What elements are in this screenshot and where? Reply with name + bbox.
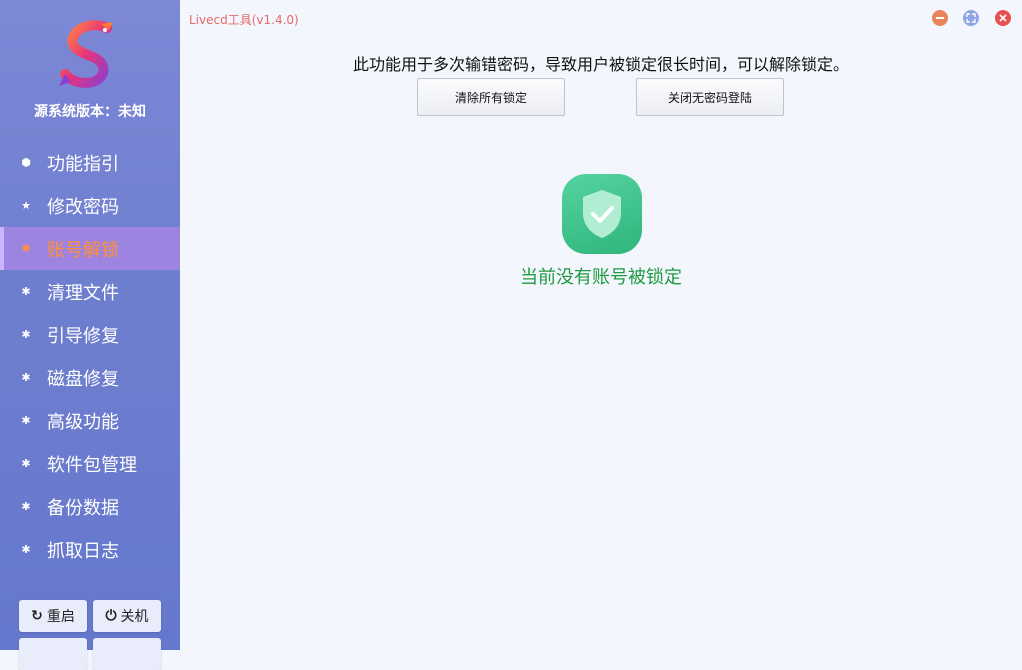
bug-icon: ✱ (21, 371, 31, 384)
shield-check-icon (562, 174, 642, 254)
sidebar-button-row2-left[interactable] (19, 638, 87, 670)
close-icon (999, 14, 1007, 22)
bug-icon: ✱ (21, 500, 31, 513)
sidebar-item-guide[interactable]: ⬢ 功能指引 (0, 141, 180, 184)
sidebar-item-disk-repair[interactable]: ✱ 磁盘修复 (0, 356, 180, 399)
feature-description: 此功能用于多次输错密码，导致用户被锁定很长时间，可以解除锁定。 (352, 55, 849, 74)
sidebar-item-logs[interactable]: ✱ 抓取日志 (0, 528, 180, 571)
sidebar-item-label: 高级功能 (47, 411, 119, 433)
sidebar-item-change-password[interactable]: ★ 修改密码 (0, 184, 180, 227)
sidebar-item-label: 修改密码 (47, 196, 119, 218)
lock-status-text: 当前没有账号被锁定 (520, 267, 682, 288)
sidebar-item-label: 清理文件 (47, 282, 119, 304)
sidebar-item-label: 引导修复 (47, 325, 119, 347)
expand-icon (966, 13, 976, 23)
sidebar-nav: ⬢ 功能指引 ★ 修改密码 ✱ 账号解锁 ✱ 清理文件 ✱ 引导修复 ✱ 磁盘修… (0, 141, 180, 571)
bug-icon: ✱ (21, 242, 31, 255)
maximize-button[interactable] (963, 10, 979, 26)
sidebar-item-boot-repair[interactable]: ✱ 引导修复 (0, 313, 180, 356)
sidebar-item-account-unlock[interactable]: ✱ 账号解锁 (0, 227, 180, 270)
clear-all-locks-button[interactable]: 清除所有锁定 (417, 78, 565, 116)
window-title: Livecd工具(v1.4.0) (189, 13, 299, 27)
bug-icon: ✱ (21, 457, 31, 470)
dragon-logo (57, 20, 123, 98)
minus-icon (936, 17, 944, 19)
restart-button[interactable]: ↻ 重启 (19, 600, 87, 632)
sidebar-item-package-manager[interactable]: ✱ 软件包管理 (0, 442, 180, 485)
shutdown-button[interactable]: ⏻ 关机 (93, 600, 161, 632)
refresh-icon: ↻ (31, 608, 43, 624)
bug-icon: ✱ (21, 285, 31, 298)
bug-icon: ✱ (21, 328, 31, 341)
bug-icon: ✱ (21, 543, 31, 556)
star-icon: ★ (21, 199, 31, 212)
sidebar-item-label: 抓取日志 (47, 540, 119, 562)
power-icon: ⏻ (105, 608, 117, 624)
sidebar-item-label: 功能指引 (47, 153, 119, 175)
sidebar: 源系统版本：未知 ⬢ 功能指引 ★ 修改密码 ✱ 账号解锁 ✱ 清理文件 ✱ 引… (0, 0, 180, 670)
minimize-button[interactable] (932, 10, 948, 26)
system-version: 源系统版本：未知 (34, 104, 146, 120)
sidebar-item-advanced[interactable]: ✱ 高级功能 (0, 399, 180, 442)
cube-icon: ⬢ (21, 156, 31, 169)
sidebar-item-label: 备份数据 (47, 497, 119, 519)
close-button[interactable] (995, 10, 1011, 26)
sidebar-item-clean-files[interactable]: ✱ 清理文件 (0, 270, 180, 313)
sidebar-item-backup[interactable]: ✱ 备份数据 (0, 485, 180, 528)
sidebar-item-label: 软件包管理 (47, 454, 137, 476)
sidebar-item-label: 账号解锁 (47, 239, 119, 261)
disable-passwordless-login-button[interactable]: 关闭无密码登陆 (636, 78, 784, 116)
sidebar-button-row2-right[interactable] (93, 638, 161, 670)
bug-icon: ✱ (21, 414, 31, 427)
sidebar-item-label: 磁盘修复 (47, 368, 119, 390)
